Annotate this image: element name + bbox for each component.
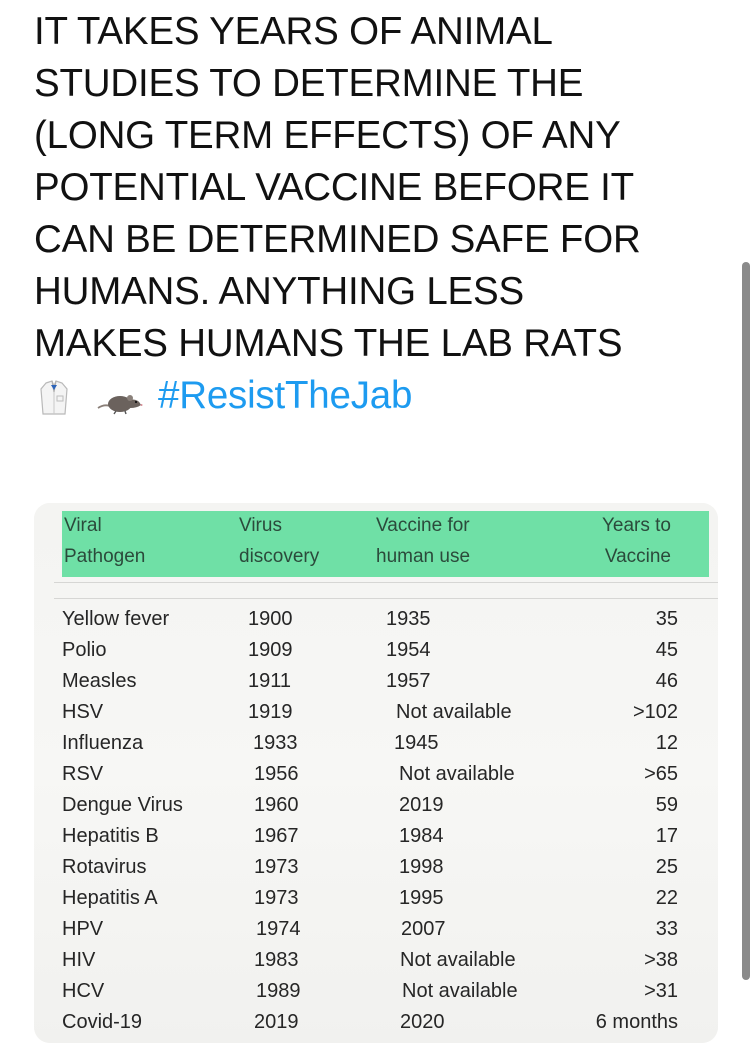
- table-row: HCV 1989 Not available >31: [34, 976, 718, 1007]
- discovery-year-cell: 1933: [253, 732, 298, 754]
- table-row: RSV 1956 Not available >65: [34, 759, 718, 790]
- table-row: Polio 1909 1954 45: [34, 635, 718, 666]
- table-row: HIV 1983 Not available >38: [34, 945, 718, 976]
- years-to-vaccine-cell: 6 months: [595, 1011, 678, 1033]
- vaccine-year-cell: 1957: [386, 670, 431, 692]
- vaccine-year-cell: Not available: [402, 980, 518, 1002]
- table-row: Covid-19 2019 2020 6 months: [34, 1007, 718, 1038]
- pathogen-cell: RSV: [62, 763, 104, 785]
- lab-coat-icon: [34, 378, 74, 418]
- table-row: Measles 1911 1957 46: [34, 666, 718, 697]
- years-to-vaccine-cell: 45: [655, 639, 678, 661]
- tweet-text-line: POTENTIAL VACCINE BEFORE IT: [34, 166, 634, 209]
- years-to-vaccine-cell: 33: [655, 918, 678, 940]
- vaccine-year-cell: 2007: [401, 918, 446, 940]
- years-to-vaccine-cell: >31: [644, 980, 678, 1002]
- table-row: Dengue Virus 1960 2019 59: [34, 790, 718, 821]
- table-row: Rotavirus 1973 1998 25: [34, 852, 718, 883]
- tweet-text-line: HUMANS. ANYTHING LESS: [34, 270, 524, 313]
- pathogen-cell: Yellow fever: [62, 608, 170, 630]
- years-to-vaccine-cell: >65: [644, 763, 678, 785]
- years-to-vaccine-cell: 46: [655, 670, 678, 692]
- discovery-year-cell: 2019: [254, 1011, 299, 1033]
- discovery-year-cell: 1960: [254, 794, 299, 816]
- pathogen-cell: Hepatitis A: [62, 887, 158, 909]
- vaccine-year-cell: 1998: [399, 856, 444, 878]
- vaccine-year-cell: 1984: [399, 825, 444, 847]
- header-vaccine-for-human-use: Vaccine for human use: [376, 515, 471, 567]
- vaccine-year-cell: Not available: [396, 701, 512, 723]
- years-to-vaccine-cell: 35: [655, 608, 678, 630]
- attached-image[interactable]: Viral Pathogen Virus discovery Vaccine f…: [34, 503, 718, 1043]
- table-divider: [54, 598, 718, 599]
- hashtag-link[interactable]: #ResistTheJab: [158, 370, 412, 422]
- tweet-text-line: CAN BE DETERMINED SAFE FOR: [34, 218, 641, 261]
- years-to-vaccine-cell: >102: [632, 701, 678, 723]
- rat-icon: [96, 378, 143, 418]
- pathogen-cell: HSV: [62, 701, 104, 723]
- vaccine-year-cell: Not available: [399, 763, 515, 785]
- table-row: HSV 1919 Not available >102: [34, 697, 718, 728]
- table-row: Yellow fever 1900 1935 35: [34, 604, 718, 635]
- discovery-year-cell: 1919: [248, 701, 293, 723]
- vaccine-year-cell: 1995: [399, 887, 444, 909]
- vaccine-year-cell: 2019: [399, 794, 444, 816]
- discovery-year-cell: 1900: [248, 608, 293, 630]
- table-row: HPV 1974 2007 33: [34, 914, 718, 945]
- table-divider: [54, 582, 718, 583]
- pathogen-cell: HIV: [62, 949, 96, 971]
- years-to-vaccine-cell: 25: [655, 856, 678, 878]
- pathogen-cell: HPV: [62, 918, 104, 940]
- discovery-year-cell: 1967: [254, 825, 299, 847]
- tweet-text-line: IT TAKES YEARS OF ANIMAL: [34, 10, 553, 53]
- vaccine-year-cell: 1935: [386, 608, 431, 630]
- tweet-text-line: (LONG TERM EFFECTS) OF ANY: [34, 114, 621, 157]
- discovery-year-cell: 1909: [248, 639, 293, 661]
- years-to-vaccine-cell: 22: [655, 887, 678, 909]
- pathogen-cell: Dengue Virus: [62, 794, 183, 816]
- tweet-text-line: STUDIES TO DETERMINE THE: [34, 62, 584, 105]
- pathogen-cell: Influenza: [62, 732, 144, 754]
- emoji-hashtag-line: #ResistTheJab: [34, 370, 734, 422]
- header-virus-discovery: Virus discovery: [239, 515, 320, 567]
- tweet-text: IT TAKES YEARS OF ANIMAL STUDIES TO DETE…: [34, 6, 734, 422]
- pathogen-cell: Covid-19: [62, 1011, 143, 1033]
- table-row: Influenza 1933 1945 12: [34, 728, 718, 759]
- discovery-year-cell: 1973: [254, 887, 299, 909]
- discovery-year-cell: 1989: [256, 980, 301, 1002]
- discovery-year-cell: 1974: [256, 918, 301, 940]
- discovery-year-cell: 1956: [254, 763, 299, 785]
- table-row: Hepatitis B 1967 1984 17: [34, 821, 718, 852]
- header-viral-pathogen: Viral Pathogen: [64, 515, 146, 567]
- vaccine-year-cell: Not available: [400, 949, 516, 971]
- vaccine-year-cell: 1954: [386, 639, 431, 661]
- years-to-vaccine-cell: 12: [655, 732, 678, 754]
- pathogen-cell: Hepatitis B: [62, 825, 159, 847]
- vaccine-table: Viral Pathogen Virus discovery Vaccine f…: [34, 503, 718, 1043]
- scrollbar[interactable]: [742, 262, 750, 980]
- discovery-year-cell: 1983: [254, 949, 299, 971]
- pathogen-cell: Rotavirus: [62, 856, 147, 878]
- pathogen-cell: Polio: [62, 639, 107, 661]
- vaccine-year-cell: 2020: [400, 1011, 445, 1033]
- pathogen-cell: HCV: [62, 980, 105, 1002]
- years-to-vaccine-cell: 17: [655, 825, 678, 847]
- years-to-vaccine-cell: >38: [644, 949, 678, 971]
- header-years-to-vaccine: Years to Vaccine: [601, 515, 671, 567]
- pathogen-cell: Measles: [62, 670, 137, 692]
- discovery-year-cell: 1973: [254, 856, 299, 878]
- vaccine-year-cell: 1945: [394, 732, 439, 754]
- years-to-vaccine-cell: 59: [655, 794, 678, 816]
- tweet-text-line: MAKES HUMANS THE LAB RATS: [34, 322, 623, 365]
- discovery-year-cell: 1911: [248, 670, 292, 692]
- table-row: Hepatitis A 1973 1995 22: [34, 883, 718, 914]
